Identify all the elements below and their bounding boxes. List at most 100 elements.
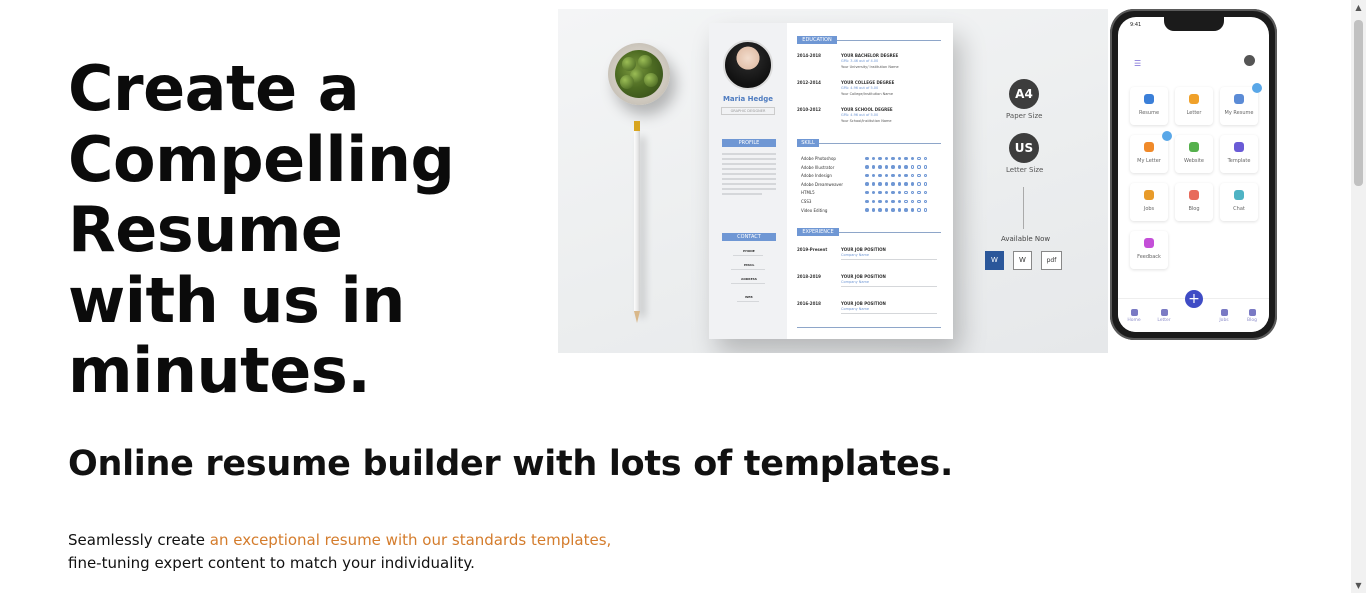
- skill-level-dot: [865, 173, 869, 178]
- resume-section-profile: PROFILE: [722, 139, 776, 147]
- skill-level-dot: [923, 173, 927, 178]
- skill-level-dot: [871, 182, 875, 186]
- skill-level-dot: [884, 208, 888, 212]
- skill-name: Adobe Indesign: [801, 173, 832, 179]
- app-tile-website: Website: [1175, 135, 1213, 173]
- resume-name: Maria Hedge: [722, 95, 774, 103]
- skill-level-dot: [891, 182, 895, 186]
- edu-years: 2010-2012: [797, 107, 821, 112]
- skill-level-dot: [910, 173, 914, 178]
- exp-title: YOUR JOB POSITION: [841, 247, 886, 252]
- skill-name: Video Editing: [801, 207, 828, 213]
- skill-level-dot: [897, 182, 901, 186]
- app-tile-jobs: Jobs: [1130, 183, 1168, 221]
- tile-label: Template: [1227, 158, 1251, 164]
- skill-level-dot: [910, 199, 914, 203]
- contact-label: WEB: [745, 295, 753, 299]
- resume-section-experience: EXPERIENCE: [797, 228, 839, 236]
- skill-level-dot: [904, 208, 908, 212]
- description-text-line2: fine-tuning expert content to match your…: [68, 554, 475, 572]
- skill-level-dot: [917, 190, 921, 195]
- scroll-up-arrow-icon[interactable]: ▲: [1351, 0, 1366, 15]
- skill-level-dot: [865, 156, 869, 160]
- skill-level-dot: [923, 182, 927, 186]
- app-tile-resume: Resume: [1130, 87, 1168, 125]
- skill-level-dot: [878, 173, 882, 178]
- app-tile-chat: Chat: [1220, 183, 1258, 221]
- tile-label: Resume: [1138, 110, 1160, 116]
- skill-level-dot: [871, 165, 875, 169]
- skill-level-dot: [865, 165, 869, 169]
- skill-level-dot: [871, 173, 875, 178]
- tile-label: Jobs: [1143, 206, 1155, 212]
- nav-home: Home: [1124, 309, 1144, 323]
- skill-level-dot: [878, 190, 882, 195]
- exp-company: Company Name: [841, 307, 870, 311]
- skill-name: Adobe Illustrator: [801, 164, 835, 170]
- edu-gpa: GPA: 3.46 out of 4.00: [841, 59, 879, 63]
- contact-label: PHONE: [743, 249, 755, 253]
- description-text: Seamlessly create: [68, 531, 210, 549]
- description-accent-text: an exceptional resume with our standards…: [209, 531, 612, 549]
- tile-icon: [1189, 190, 1199, 200]
- tile-label: Letter: [1186, 110, 1202, 116]
- skill-name: CSS3: [801, 199, 812, 204]
- skill-level-dot: [910, 208, 914, 212]
- skill-level-dot: [897, 173, 901, 178]
- edu-degree: YOUR COLLEGE DEGREE: [841, 80, 895, 85]
- skill-level-dot: [904, 156, 908, 160]
- word-doc-format-icon: W: [1013, 251, 1032, 270]
- skill-level-dot: [871, 199, 875, 203]
- avatar: [1244, 55, 1255, 66]
- skill-level-dot: [897, 208, 901, 212]
- hero-title-line: with us in: [68, 263, 405, 337]
- skill-level-dot: [891, 156, 895, 160]
- app-tile-my-resume: My Resume: [1220, 83, 1262, 125]
- phone-status-time: 9:41: [1130, 22, 1142, 28]
- exp-company: Company Name: [841, 253, 870, 257]
- tile-icon: [1234, 190, 1244, 200]
- page-scrollbar[interactable]: ▲ ▼: [1351, 0, 1366, 593]
- skill-level-dot: [878, 156, 882, 160]
- phone-app-mockup: 9:41 ☰ Resume Letter My Resume My Letter Web…: [1110, 9, 1277, 340]
- resume-template-preview: Maria Hedge GRAPHIC DESIGNER PROFILE CON…: [709, 23, 953, 339]
- skill-level-dot: [878, 208, 882, 212]
- resume-section-skill: SKILL: [797, 139, 819, 147]
- exp-years: 2018-2019: [797, 274, 821, 279]
- scrollbar-thumb[interactable]: [1354, 20, 1363, 186]
- nav-jobs: Jobs: [1214, 309, 1234, 323]
- skill-name: HTML5: [801, 190, 815, 196]
- exp-title: YOUR JOB POSITION: [841, 301, 886, 306]
- skill-level-dot: [923, 208, 927, 212]
- hero-title-line: Compelling: [68, 122, 455, 196]
- exp-title: YOUR JOB POSITION: [841, 274, 886, 279]
- skill-level-dot: [917, 199, 921, 203]
- plant-pot-decoration: [608, 43, 670, 105]
- tile-label: My Resume: [1224, 110, 1254, 116]
- skill-level-dot: [884, 182, 888, 186]
- skill-level-dot: [871, 208, 875, 212]
- skill-level-dot: [923, 165, 927, 169]
- skill-level-dot: [871, 190, 875, 195]
- tile-icon: [1234, 142, 1244, 152]
- app-tile-blog: Blog: [1175, 183, 1213, 221]
- contact-label: ADDRESS: [741, 277, 757, 281]
- pdf-format-icon: pdf: [1041, 251, 1062, 270]
- skill-level-dot: [897, 156, 901, 160]
- skill-level-dot: [865, 199, 869, 203]
- skill-level-dot: [878, 165, 882, 169]
- skill-level-dot: [910, 190, 914, 195]
- resume-section-contact: CONTACT: [722, 233, 776, 241]
- skill-level-dot: [897, 165, 901, 169]
- skill-level-dot: [923, 156, 927, 160]
- skill-level-dot: [891, 165, 895, 169]
- exp-years: 2019-Present: [797, 247, 828, 252]
- resume-photo: [723, 40, 773, 90]
- scroll-down-arrow-icon[interactable]: ▼: [1351, 578, 1366, 593]
- app-tile-feedback: Feedback: [1130, 231, 1168, 269]
- skill-level-dot: [904, 190, 908, 195]
- skill-level-dot: [910, 182, 914, 186]
- tile-label: Feedback: [1137, 254, 1161, 260]
- hero-title: Create a Compelling Resume with us in mi…: [68, 53, 488, 407]
- skill-name: Adobe Photoshop: [801, 156, 836, 161]
